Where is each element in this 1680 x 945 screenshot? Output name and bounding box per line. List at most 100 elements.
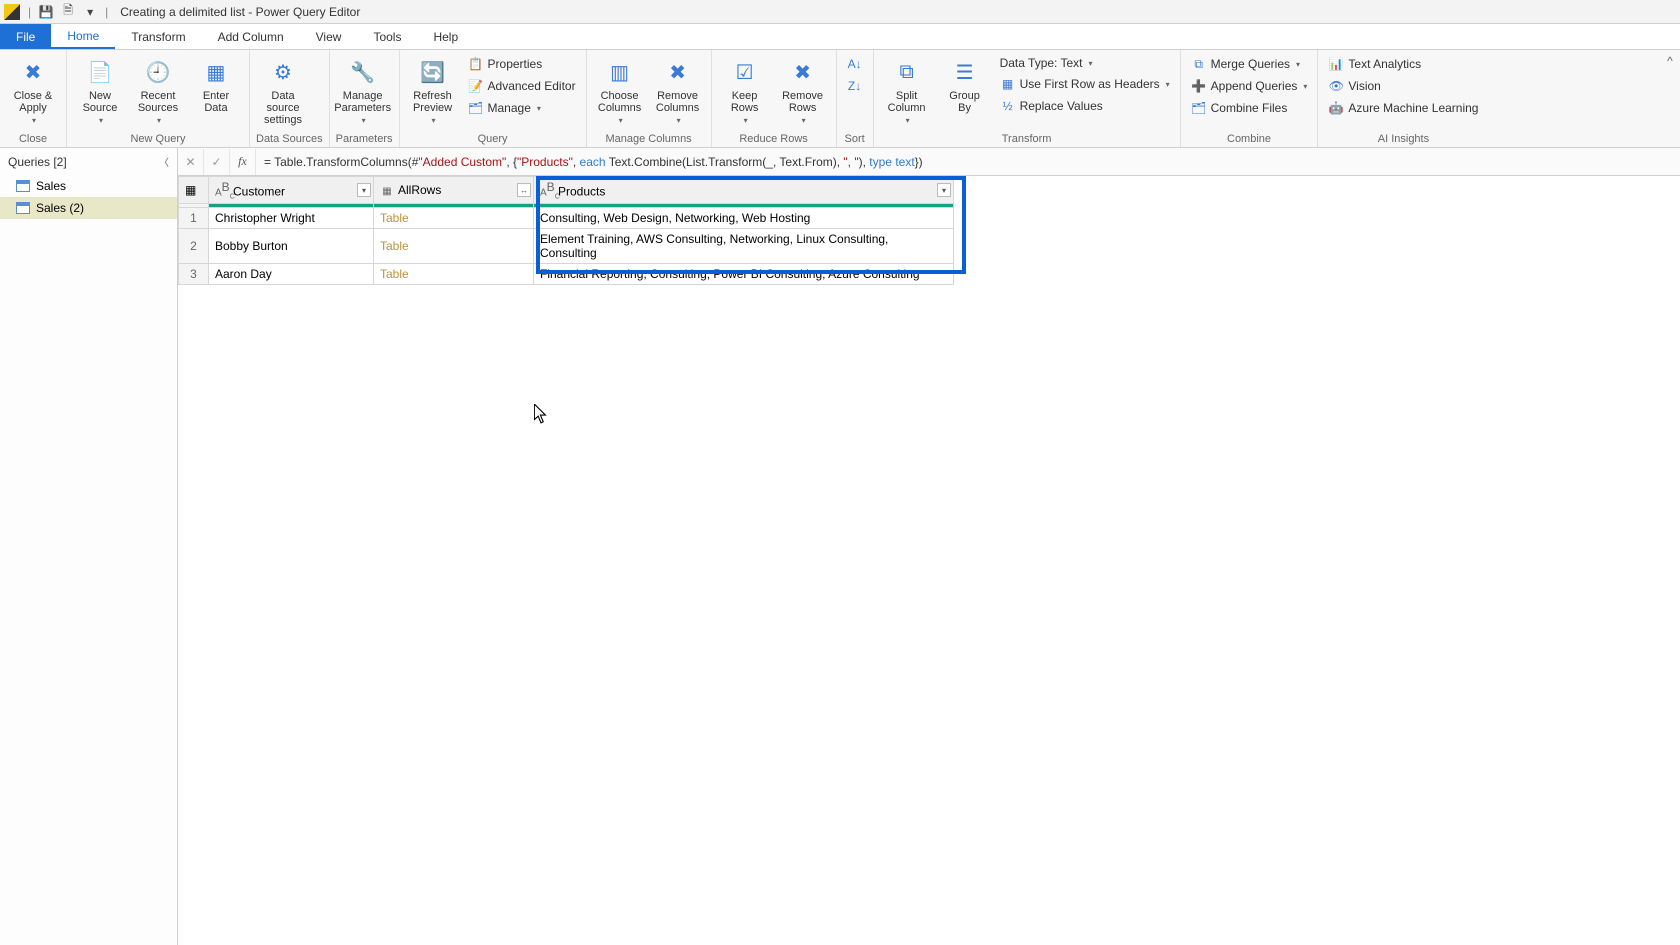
tab-add-column[interactable]: Add Column (202, 24, 300, 49)
recent-sources-label: Recent Sources (138, 90, 178, 114)
combine-files-button[interactable]: 🗂Combine Files (1187, 98, 1312, 118)
row-number: 2 (179, 229, 209, 264)
collapse-ribbon-button[interactable]: ^ (1660, 50, 1680, 147)
formula-text: = Table.TransformColumns(# (264, 155, 418, 169)
cell-allrows[interactable]: Table (374, 264, 534, 285)
tab-file[interactable]: File (0, 24, 51, 49)
filter-dropdown-icon[interactable]: ▾ (937, 183, 951, 197)
formula-keyword: type (869, 155, 892, 169)
properties-label: Properties (488, 57, 543, 71)
group-combine: ⧉Merge Queries ➕ Append Queries 🗂Combine … (1181, 50, 1319, 147)
group-by-button[interactable]: ☰Group By (938, 54, 992, 116)
row-number: 3 (179, 264, 209, 285)
query-item-sales[interactable]: Sales (0, 175, 177, 197)
remove-columns-button[interactable]: ✖Remove Columns (651, 54, 705, 127)
column-header-products[interactable]: ABCProducts▾ (534, 177, 954, 204)
cell-products[interactable]: Consulting, Web Design, Networking, Web … (534, 208, 954, 229)
append-queries-label: Append Queries (1211, 79, 1298, 93)
keep-rows-button[interactable]: ☑Keep Rows (718, 54, 772, 127)
query-item-sales-2[interactable]: Sales (2) (0, 197, 177, 219)
table-type-icon: ▦ (380, 186, 394, 197)
qat-dropdown[interactable]: ▾ (81, 3, 99, 21)
text-analytics-label: Text Analytics (1348, 57, 1421, 71)
split-column-button[interactable]: ⧉Split Column (880, 54, 934, 127)
append-queries-button[interactable]: ➕ Append Queries (1187, 76, 1312, 96)
tab-tools[interactable]: Tools (357, 24, 417, 49)
use-first-row-button[interactable]: ▦Use First Row as Headers (996, 74, 1174, 94)
group-by-icon: ☰ (949, 56, 981, 88)
cell-products[interactable]: Element Training, AWS Consulting, Networ… (534, 229, 954, 264)
column-header-customer[interactable]: ABCCustomer▾ (209, 177, 374, 204)
collapse-pane-icon[interactable]: 〈 (159, 154, 169, 169)
group-transform-caption: Transform (880, 131, 1174, 145)
azure-ml-icon: 🤖 (1328, 100, 1344, 116)
recent-sources-button[interactable]: 🕘Recent Sources (131, 54, 185, 127)
save-icon[interactable]: 💾 (37, 3, 55, 21)
group-ai-insights: 📊Text Analytics 👁Vision 🤖Azure Machine L… (1318, 50, 1488, 147)
group-manage-columns: ▥Choose Columns ✖Remove Columns Manage C… (587, 50, 712, 147)
data-grid[interactable]: ▦ ABCCustomer▾ ▦AllRows↔ ABCProducts▾ 1 … (178, 176, 1680, 945)
fx-icon: fx (238, 154, 247, 169)
enter-data-button[interactable]: ▦Enter Data (189, 54, 243, 116)
queries-header[interactable]: Queries [2] 〈 (0, 148, 177, 175)
column-header-label: Customer (233, 184, 285, 198)
group-query: 🔄Refresh Preview 📋Properties 📝Advanced E… (400, 50, 587, 147)
refresh-preview-button[interactable]: 🔄Refresh Preview (406, 54, 460, 127)
separator: | (28, 5, 31, 19)
replace-values-button[interactable]: ½Replace Values (996, 96, 1174, 116)
merge-queries-button[interactable]: ⧉Merge Queries (1187, 54, 1312, 74)
manage-parameters-button[interactable]: 🔧Manage Parameters (336, 54, 390, 127)
cell-customer[interactable]: Christopher Wright (209, 208, 374, 229)
tab-view[interactable]: View (300, 24, 358, 49)
advanced-editor-label: Advanced Editor (488, 79, 576, 93)
accept-formula-button[interactable]: ✓ (204, 149, 230, 175)
cell-customer[interactable]: Aaron Day (209, 264, 374, 285)
cell-allrows[interactable]: Table (374, 208, 534, 229)
append-icon: ➕ (1191, 78, 1207, 94)
table-row[interactable]: 2 Bobby Burton Table Element Training, A… (179, 229, 954, 264)
vision-button[interactable]: 👁Vision (1324, 76, 1482, 96)
text-analytics-button[interactable]: 📊Text Analytics (1324, 54, 1482, 74)
manage-parameters-label: Manage Parameters (334, 90, 391, 114)
expand-icon[interactable]: ↔ (517, 183, 531, 197)
filter-dropdown-icon[interactable]: ▾ (357, 183, 371, 197)
merge-icon: ⧉ (1191, 56, 1207, 72)
cell-customer[interactable]: Bobby Burton (209, 229, 374, 264)
tab-help[interactable]: Help (417, 24, 474, 49)
cell-allrows[interactable]: Table (374, 229, 534, 264)
advanced-editor-button[interactable]: 📝Advanced Editor (464, 76, 580, 96)
enter-data-label: Enter Data (203, 90, 229, 114)
data-type-button[interactable]: Data Type: Text (996, 54, 1174, 72)
cell-products[interactable]: Financial Reporting, Consulting, Power B… (534, 264, 954, 285)
manage-button[interactable]: 🗂Manage (464, 98, 580, 118)
table-row[interactable]: 3 Aaron Day Table Financial Reporting, C… (179, 264, 954, 285)
tab-home[interactable]: Home (51, 24, 115, 49)
properties-button[interactable]: 📋Properties (464, 54, 580, 74)
grid-table: ▦ ABCCustomer▾ ▦AllRows↔ ABCProducts▾ 1 … (178, 176, 954, 285)
remove-rows-label: Remove Rows (782, 90, 823, 114)
group-sort: A↓ Z↓ Sort (837, 50, 874, 147)
azure-ml-button[interactable]: 🤖Azure Machine Learning (1324, 98, 1482, 118)
new-source-button[interactable]: 📄New Source (73, 54, 127, 127)
choose-columns-button[interactable]: ▥Choose Columns (593, 54, 647, 127)
cancel-formula-button[interactable]: ✕ (178, 149, 204, 175)
formula-input[interactable]: = Table.TransformColumns(#"Added Custom"… (256, 155, 1680, 169)
rownum-header[interactable]: ▦ (179, 177, 209, 204)
fx-button[interactable]: fx (230, 149, 256, 175)
sort-desc-button[interactable]: Z↓ (843, 76, 867, 96)
table-row[interactable]: 1 Christopher Wright Table Consulting, W… (179, 208, 954, 229)
tab-transform[interactable]: Transform (115, 24, 201, 49)
formula-string: "Products" (517, 155, 573, 169)
column-header-allrows[interactable]: ▦AllRows↔ (374, 177, 534, 204)
first-row-icon: ▦ (1000, 76, 1016, 92)
data-source-settings-button[interactable]: ⚙Data source settings (256, 54, 310, 128)
formula-keyword: text (895, 155, 914, 169)
sort-asc-button[interactable]: A↓ (843, 54, 867, 74)
query-item-label: Sales (36, 179, 66, 193)
group-combine-caption: Combine (1187, 131, 1312, 145)
close-apply-button[interactable]: ✖ Close & Apply (6, 54, 60, 127)
undo-icon[interactable]: 🗎 (59, 3, 77, 21)
formula-text: , (573, 155, 580, 169)
group-close: ✖ Close & Apply Close (0, 50, 67, 147)
remove-rows-button[interactable]: ✖Remove Rows (776, 54, 830, 127)
